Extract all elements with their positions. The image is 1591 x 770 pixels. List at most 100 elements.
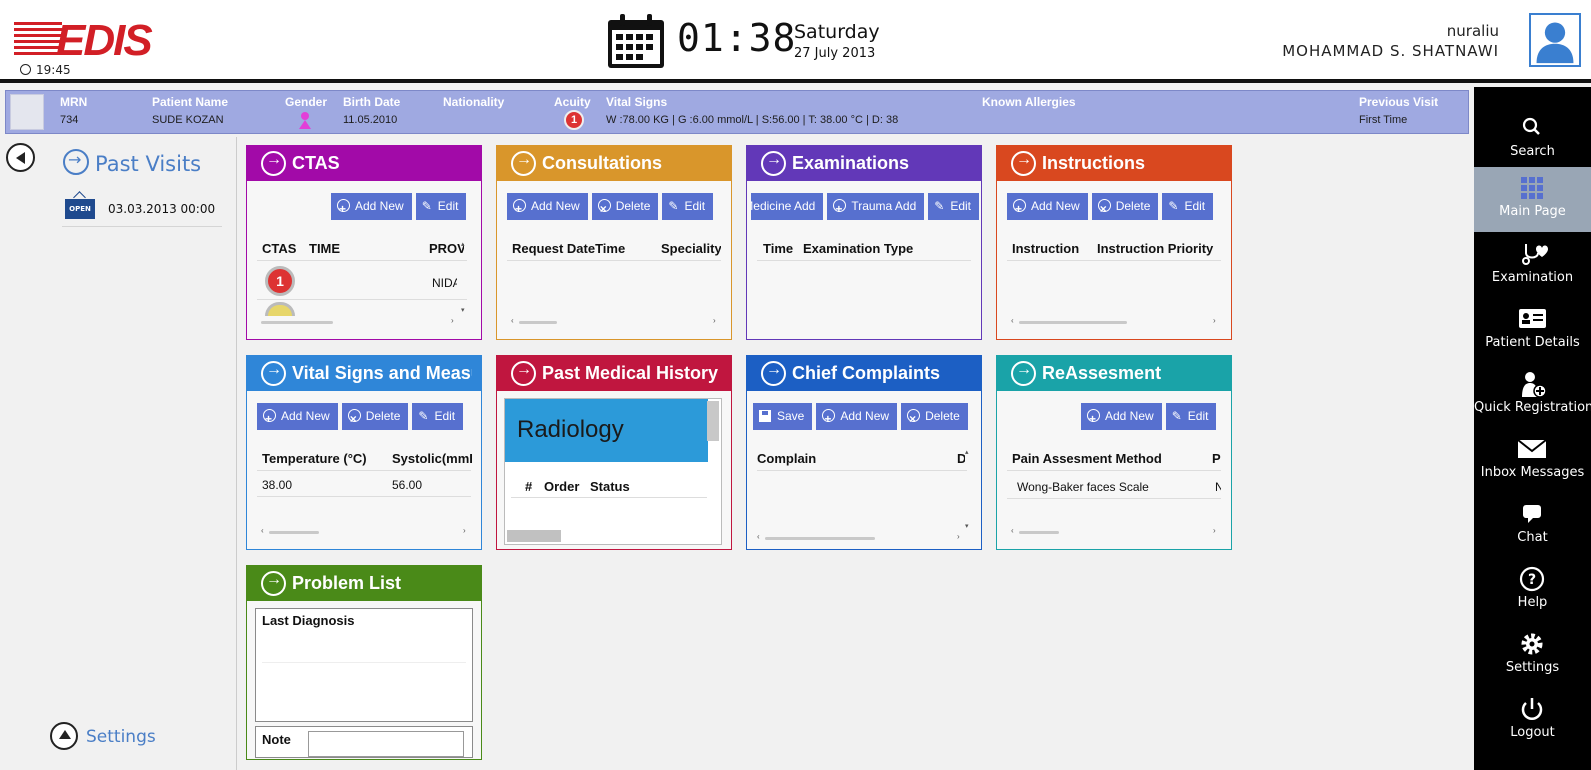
ctas-col-time: TIME	[309, 241, 341, 256]
reassessment-hscroll[interactable]	[1019, 531, 1059, 534]
reassessment-header[interactable]: ReAssesment	[997, 356, 1231, 391]
nav-search[interactable]: Search	[1474, 107, 1591, 172]
plus-icon	[513, 196, 526, 223]
radiology-tab[interactable]: Radiology	[505, 399, 708, 462]
consultations-delete-button[interactable]: Delete	[591, 193, 659, 223]
left-settings-link[interactable]: Settings	[50, 722, 156, 750]
examinations-col-type: Examination Type	[803, 241, 914, 256]
previous-visit-value: First Time	[1359, 114, 1408, 126]
chief-complaints-panel: Chief Complaints SaveAdd NewDelete Compl…	[746, 355, 982, 550]
add-user-icon	[1522, 372, 1547, 397]
past-visits-title[interactable]: Past Visits	[63, 149, 201, 176]
past-medical-history-panel: Past Medical History Radiology # Order S…	[496, 355, 732, 550]
radiology-hscroll[interactable]	[507, 530, 561, 542]
chief-complaints-hscroll[interactable]	[765, 537, 875, 540]
instructions-edit-button[interactable]: ✎ Edit	[1162, 193, 1214, 220]
arrow-right-icon	[63, 149, 89, 175]
problem-list-panel: Problem List Last Diagnosis Note	[246, 565, 482, 760]
radiology-col-status: Status	[590, 479, 630, 494]
consultations-header[interactable]: Consultations	[497, 146, 731, 181]
vital-signs-add-new-button[interactable]: Add New	[257, 403, 338, 433]
reassessment-edit-button[interactable]: ✎ Edit	[1165, 403, 1217, 430]
radiology-vscroll[interactable]	[707, 401, 719, 441]
arrow-right-icon	[511, 361, 536, 386]
nav-quick-registration[interactable]: Quick Registration	[1474, 363, 1591, 428]
instructions-col-instruction: Instruction	[1012, 241, 1080, 256]
ctas-header[interactable]: CTAS	[247, 146, 481, 181]
reassessment-p-cell: N	[1215, 480, 1221, 494]
vital-signs-hscroll[interactable]	[269, 531, 319, 534]
plus-icon	[1087, 406, 1100, 433]
arrow-right-icon	[261, 151, 286, 176]
chief-complaints-header[interactable]: Chief Complaints	[747, 356, 981, 391]
current-date: 27 July 2013	[794, 46, 876, 61]
vital-signs-col-systolic: Systolic(mmHg)	[392, 451, 472, 466]
nav-patient-details[interactable]: Patient Details	[1474, 298, 1591, 363]
svg-text:?: ?	[1528, 572, 1536, 588]
chief-complaints-add-new-button[interactable]: Add New	[816, 403, 898, 433]
open-visit-icon: OPEN	[65, 199, 95, 219]
chat-icon	[1523, 505, 1541, 523]
delete-icon	[347, 406, 361, 433]
instructions-hscroll[interactable]	[1019, 321, 1127, 324]
known-allergies-label: Known Allergies	[982, 95, 1076, 109]
pencil-icon: ✎	[1168, 199, 1179, 213]
examinations-header[interactable]: Examinations	[747, 146, 981, 181]
arrow-right-icon	[1011, 151, 1036, 176]
female-gender-icon	[299, 112, 311, 129]
consultations-edit-button[interactable]: ✎ Edit	[662, 193, 714, 220]
note-label: Note	[262, 732, 291, 747]
nav-settings[interactable]: Settings	[1474, 623, 1591, 688]
vital-signs-header[interactable]: Vital Signs and Measurements	[247, 356, 481, 391]
past-visit-item[interactable]: OPEN 03.03.2013 00:00	[62, 193, 222, 227]
examinations-edit-button[interactable]: ✎ Edit	[928, 193, 979, 220]
birth-date-value: 11.05.2010	[343, 114, 398, 126]
nav-logout[interactable]: Logout	[1474, 688, 1591, 753]
user-avatar[interactable]	[1529, 13, 1581, 67]
instructions-panel: Instructions Add NewDelete✎Edit Instruct…	[996, 145, 1232, 340]
consultations-hscroll[interactable]	[519, 321, 557, 324]
collapse-left-button[interactable]	[6, 143, 35, 172]
pencil-icon: ✎	[421, 199, 432, 213]
delete-icon	[597, 196, 611, 223]
pencil-icon: ✎	[668, 199, 679, 213]
ctas-add-new-button[interactable]: Add New	[331, 193, 412, 223]
arrow-right-icon	[1011, 361, 1036, 386]
vital-signs-edit-button[interactable]: ✎ Edit	[412, 403, 464, 430]
vital-signs-delete-button[interactable]: Delete	[341, 403, 409, 433]
vital-signs-label: Vital Signs	[606, 95, 668, 109]
current-time: 01:38	[677, 16, 797, 60]
consultations-add-new-button[interactable]: Add New	[507, 193, 588, 223]
nationality-label: Nationality	[443, 95, 505, 109]
nav-inbox-messages[interactable]: Inbox Messages	[1474, 428, 1591, 493]
nav-help[interactable]: ? Help	[1474, 558, 1591, 623]
ctas-level-badge-partial	[265, 302, 295, 316]
nav-main-page[interactable]: Main Page	[1474, 167, 1591, 232]
plus-icon	[263, 406, 276, 433]
instructions-header[interactable]: Instructions	[997, 146, 1231, 181]
nav-examination[interactable]: Examination	[1474, 233, 1591, 298]
nav-chat[interactable]: Chat	[1474, 493, 1591, 558]
vital-signs-panel: Vital Signs and Measurements Add NewDele…	[246, 355, 482, 550]
ctas-hscroll[interactable]	[261, 321, 333, 324]
examinations-trauma-add-button[interactable]: Trauma Add	[827, 193, 925, 220]
reassessment-add-new-button[interactable]: Add New	[1081, 403, 1162, 433]
username: nuraliu	[1446, 22, 1499, 40]
instructions-delete-button[interactable]: Delete	[1091, 193, 1159, 223]
instructions-add-new-button[interactable]: Add New	[1007, 193, 1088, 223]
past-medical-history-header[interactable]: Past Medical History	[497, 356, 731, 391]
delete-icon	[1097, 196, 1111, 223]
examinations-col-time: Time	[763, 241, 794, 256]
chief-complaints-col-complain: Complain	[757, 451, 817, 466]
main-nav-sidebar: Search Main Page Examination Patient Det…	[1474, 87, 1591, 770]
ctas-edit-button[interactable]: ✎ Edit	[415, 193, 467, 220]
note-input[interactable]	[308, 731, 464, 757]
chief-complaints-save-button[interactable]: Save	[753, 403, 813, 430]
consultations-panel: Consultations Add NewDelete✎Edit Request…	[496, 145, 732, 340]
problem-list-header[interactable]: Problem List	[247, 566, 481, 601]
examinations-medicine-add-button[interactable]: Medicine Add	[751, 193, 824, 220]
chief-complaints-delete-button[interactable]: Delete	[901, 403, 968, 433]
past-visits-panel: Past Visits OPEN 03.03.2013 00:00 Settin…	[0, 137, 237, 770]
arrow-right-icon	[511, 151, 536, 176]
acuity-label: Acuity	[554, 95, 591, 109]
